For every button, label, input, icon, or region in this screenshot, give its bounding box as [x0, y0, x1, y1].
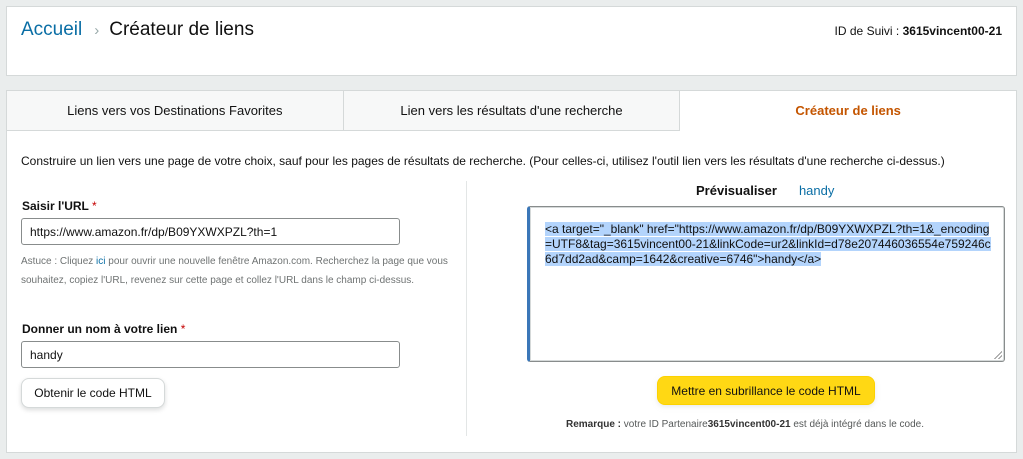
- breadcrumb-home-link[interactable]: Accueil: [21, 19, 82, 41]
- header-card: Accueil › Créateur de liens ID de Suivi …: [6, 6, 1017, 76]
- remark-label: Remarque :: [566, 419, 622, 430]
- remark-text: Remarque : votre ID Partenaire3615vincen…: [566, 419, 924, 430]
- tab-bar: Liens vers vos Destinations Favorites Li…: [7, 91, 1017, 131]
- tab-link-builder[interactable]: Créateur de liens: [680, 91, 1017, 131]
- breadcrumb-separator-icon: ›: [94, 21, 100, 39]
- html-code-selected-text: <a target="_blank" href="https://www.ama…: [545, 222, 991, 266]
- url-field-label: Saisir l'URL *: [22, 199, 97, 213]
- tab-search-results-link[interactable]: Lien vers les résultats d'une recherche: [343, 91, 681, 130]
- column-divider: [466, 181, 467, 436]
- tracking-id-value: 3615vincent00-21: [902, 24, 1002, 38]
- hint-prefix: Astuce : Cliquez: [21, 256, 97, 267]
- name-label-text: Donner un nom à votre lien: [22, 322, 178, 336]
- required-asterisk: *: [92, 199, 97, 213]
- get-html-code-button[interactable]: Obtenir le code HTML: [21, 378, 165, 408]
- breadcrumb: Accueil › Créateur de liens: [21, 19, 254, 41]
- link-name-input[interactable]: [21, 341, 400, 368]
- preview-link[interactable]: handy: [799, 183, 834, 198]
- resize-grip-icon[interactable]: [994, 351, 1002, 359]
- required-asterisk: *: [180, 322, 186, 336]
- tracking-id-label: ID de Suivi :: [834, 24, 900, 38]
- url-label-text: Saisir l'URL: [22, 199, 89, 213]
- remark-suffix: est déjà intégré dans le code.: [790, 419, 925, 430]
- hint-text: Astuce : Cliquez ici pour ouvrir une nou…: [21, 253, 461, 290]
- remark-partner-id: 3615vincent00-21: [707, 419, 791, 430]
- intro-text: Construire un lien vers une page de votr…: [21, 154, 945, 168]
- page-title: Créateur de liens: [109, 19, 254, 40]
- html-code-textarea[interactable]: <a target="_blank" href="https://www.ama…: [527, 206, 1005, 362]
- highlight-code-button[interactable]: Mettre en subrillance le code HTML: [657, 376, 875, 405]
- name-field-label: Donner un nom à votre lien *: [22, 322, 185, 336]
- tab-favorite-destinations[interactable]: Liens vers vos Destinations Favorites: [7, 91, 344, 130]
- hint-here-link[interactable]: ici: [96, 256, 105, 267]
- link-builder-panel: Liens vers vos Destinations Favorites Li…: [6, 90, 1017, 453]
- preview-row: Prévisualiser handy: [696, 183, 834, 198]
- url-input[interactable]: [21, 218, 400, 245]
- remark-prefix: votre ID Partenaire: [621, 419, 708, 430]
- preview-label: Prévisualiser: [696, 183, 777, 198]
- tracking-id-display: ID de Suivi : 3615vincent00-21: [835, 24, 1002, 38]
